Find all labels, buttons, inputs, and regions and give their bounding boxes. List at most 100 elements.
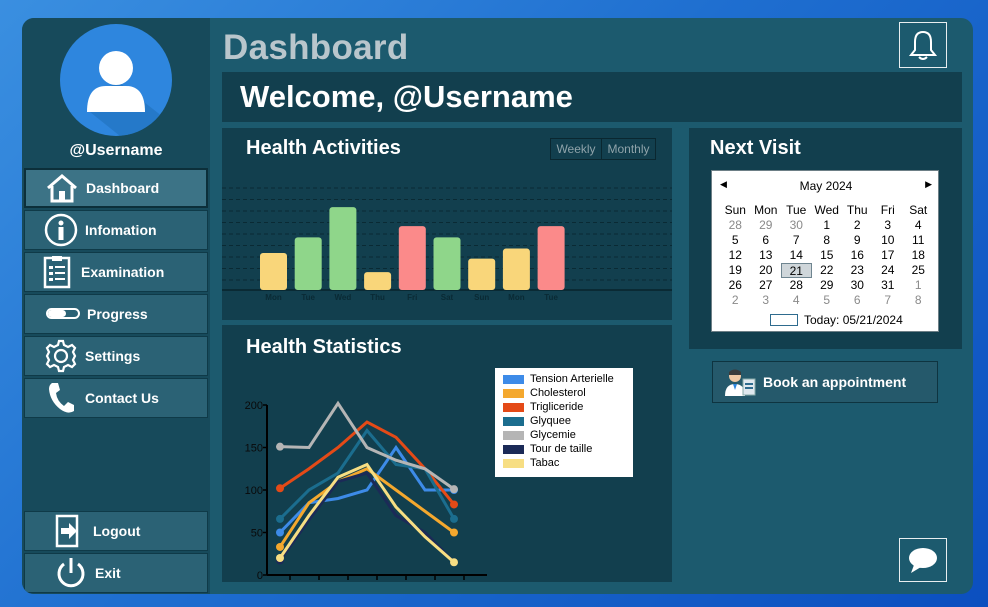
calendar-day[interactable]: 2 (720, 293, 751, 308)
calendar-day[interactable]: 20 (751, 263, 782, 278)
logout-button[interactable]: Logout (24, 511, 208, 551)
calendar-day[interactable]: 15 (812, 248, 843, 263)
calendar-day[interactable]: 1 (903, 278, 934, 293)
calendar-day[interactable]: 13 (751, 248, 782, 263)
legend-label: Cholesterol (530, 387, 586, 399)
series-point (450, 558, 458, 567)
user-icon (87, 51, 172, 136)
home-icon (44, 171, 80, 205)
bar (329, 207, 357, 290)
weekday-label: Wed (814, 203, 839, 217)
exit-button[interactable]: Exit (24, 553, 208, 593)
calendar-day[interactable]: 7 (873, 293, 904, 308)
calendar-day[interactable]: 24 (873, 263, 904, 278)
progress-bar-icon (45, 297, 81, 331)
sidebar-item-label: Examination (81, 264, 165, 280)
legend-item: Cholesterol (503, 386, 633, 400)
doctor-icon (725, 369, 756, 396)
calendar-day[interactable]: 7 (781, 233, 812, 248)
sidebar-username: @Username (69, 142, 163, 159)
calendar-day[interactable]: 25 (903, 263, 934, 278)
calendar-day[interactable]: 8 (812, 233, 843, 248)
sidebar-item-contact-us[interactable]: Contact Us (24, 378, 208, 418)
x-tick-label: Wed (335, 293, 352, 302)
sidebar-item-label: Contact Us (85, 390, 159, 406)
series-point (450, 485, 458, 494)
sidebar: @Username Dashboard Infomation Examinati… (22, 18, 210, 594)
bar (260, 253, 287, 290)
sidebar-item-information[interactable]: Infomation (24, 210, 208, 250)
calendar-day[interactable]: 27 (751, 278, 782, 293)
book-appointment-button[interactable]: Book an appointment (712, 361, 938, 403)
calendar-day[interactable]: 5 (812, 293, 843, 308)
calendar-day[interactable]: 19 (720, 263, 751, 278)
calendar-day[interactable]: 4 (781, 293, 812, 308)
chat-bubble-icon (909, 548, 937, 573)
calendar-day[interactable]: 4 (903, 218, 934, 233)
next-month-arrow[interactable]: ▶ (925, 179, 932, 190)
calendar-day[interactable]: 6 (842, 293, 873, 308)
x-tick-label: Fri (407, 293, 417, 302)
info-icon (43, 213, 79, 247)
calendar-day[interactable]: 5 (720, 233, 751, 248)
calendar-day[interactable]: 10 (873, 233, 904, 248)
legend-swatch (503, 430, 524, 440)
calendar-day[interactable]: 21 (781, 263, 812, 278)
sidebar-item-label: Progress (87, 306, 148, 322)
calendar-day[interactable]: 11 (903, 233, 934, 248)
sidebar-item-settings[interactable]: Settings (24, 336, 208, 376)
next-visit-panel: Next Visit ◀ May 2024 ▶ Sun Mon Tue Wed Thu F… (689, 128, 962, 349)
calendar-day[interactable]: 14 (781, 248, 812, 263)
calendar-day[interactable]: 2 (842, 218, 873, 233)
calendar-day[interactable]: 16 (842, 248, 873, 263)
y-tick-label: 100 (245, 485, 263, 497)
x-tick-label: Sat (441, 293, 454, 302)
series-point (276, 542, 284, 551)
calendar-day[interactable]: 31 (873, 278, 904, 293)
health-statistics-chart: 0 50 100 150 200 (245, 400, 487, 580)
x-tick-label: Tue (544, 293, 558, 302)
weekday-label: Tue (786, 203, 807, 217)
sidebar-item-dashboard[interactable]: Dashboard (24, 168, 208, 208)
series-point (450, 528, 458, 537)
calendar-day[interactable]: 22 (812, 263, 843, 278)
gear-icon (43, 339, 79, 373)
calendar-day[interactable]: 29 (812, 278, 843, 293)
health-activities-chart: Mon Tue Wed Thu Fri Sat Sun Mon Tue (222, 187, 672, 302)
calendar-day[interactable]: 17 (873, 248, 904, 263)
notification-button[interactable] (899, 22, 947, 68)
calendar-day[interactable]: 18 (903, 248, 934, 263)
calendar-day[interactable]: 26 (720, 278, 751, 293)
calendar-day[interactable]: 3 (751, 293, 782, 308)
bell-icon (908, 30, 938, 60)
bar (294, 237, 322, 290)
legend-item: Glyquee (503, 414, 633, 428)
sidebar-item-label: Infomation (85, 222, 157, 238)
legend-label: Tension Arterielle (530, 373, 614, 385)
sidebar-item-progress[interactable]: Progress (24, 294, 208, 334)
y-tick-label: 150 (245, 443, 263, 455)
calendar-day[interactable]: 28 (781, 278, 812, 293)
calendar-day[interactable]: 1 (812, 218, 843, 233)
weekday-label: Sun (724, 203, 746, 217)
calendar-day[interactable]: 29 (751, 218, 782, 233)
calendar-day[interactable]: 30 (781, 218, 812, 233)
calendar-day[interactable]: 6 (751, 233, 782, 248)
calendar-day[interactable]: 30 (842, 278, 873, 293)
x-tick-label: Tue (301, 293, 315, 302)
calendar-day[interactable]: 3 (873, 218, 904, 233)
today-label: Today: 05/21/2024 (804, 313, 903, 327)
calendar-day[interactable]: 8 (903, 293, 934, 308)
bar (364, 272, 392, 290)
sidebar-item-examination[interactable]: Examination (24, 252, 208, 292)
calendar-day[interactable]: 23 (842, 263, 873, 278)
calendar-day[interactable]: 28 (720, 218, 751, 233)
power-icon (53, 556, 89, 590)
series-point (450, 514, 458, 523)
today-link[interactable]: Today: 05/21/2024 (770, 313, 903, 327)
sidebar-item-label: Dashboard (86, 180, 160, 196)
calendar-day[interactable]: 12 (720, 248, 751, 263)
bar (468, 258, 496, 290)
chat-button[interactable] (899, 538, 947, 582)
calendar-day[interactable]: 9 (842, 233, 873, 248)
